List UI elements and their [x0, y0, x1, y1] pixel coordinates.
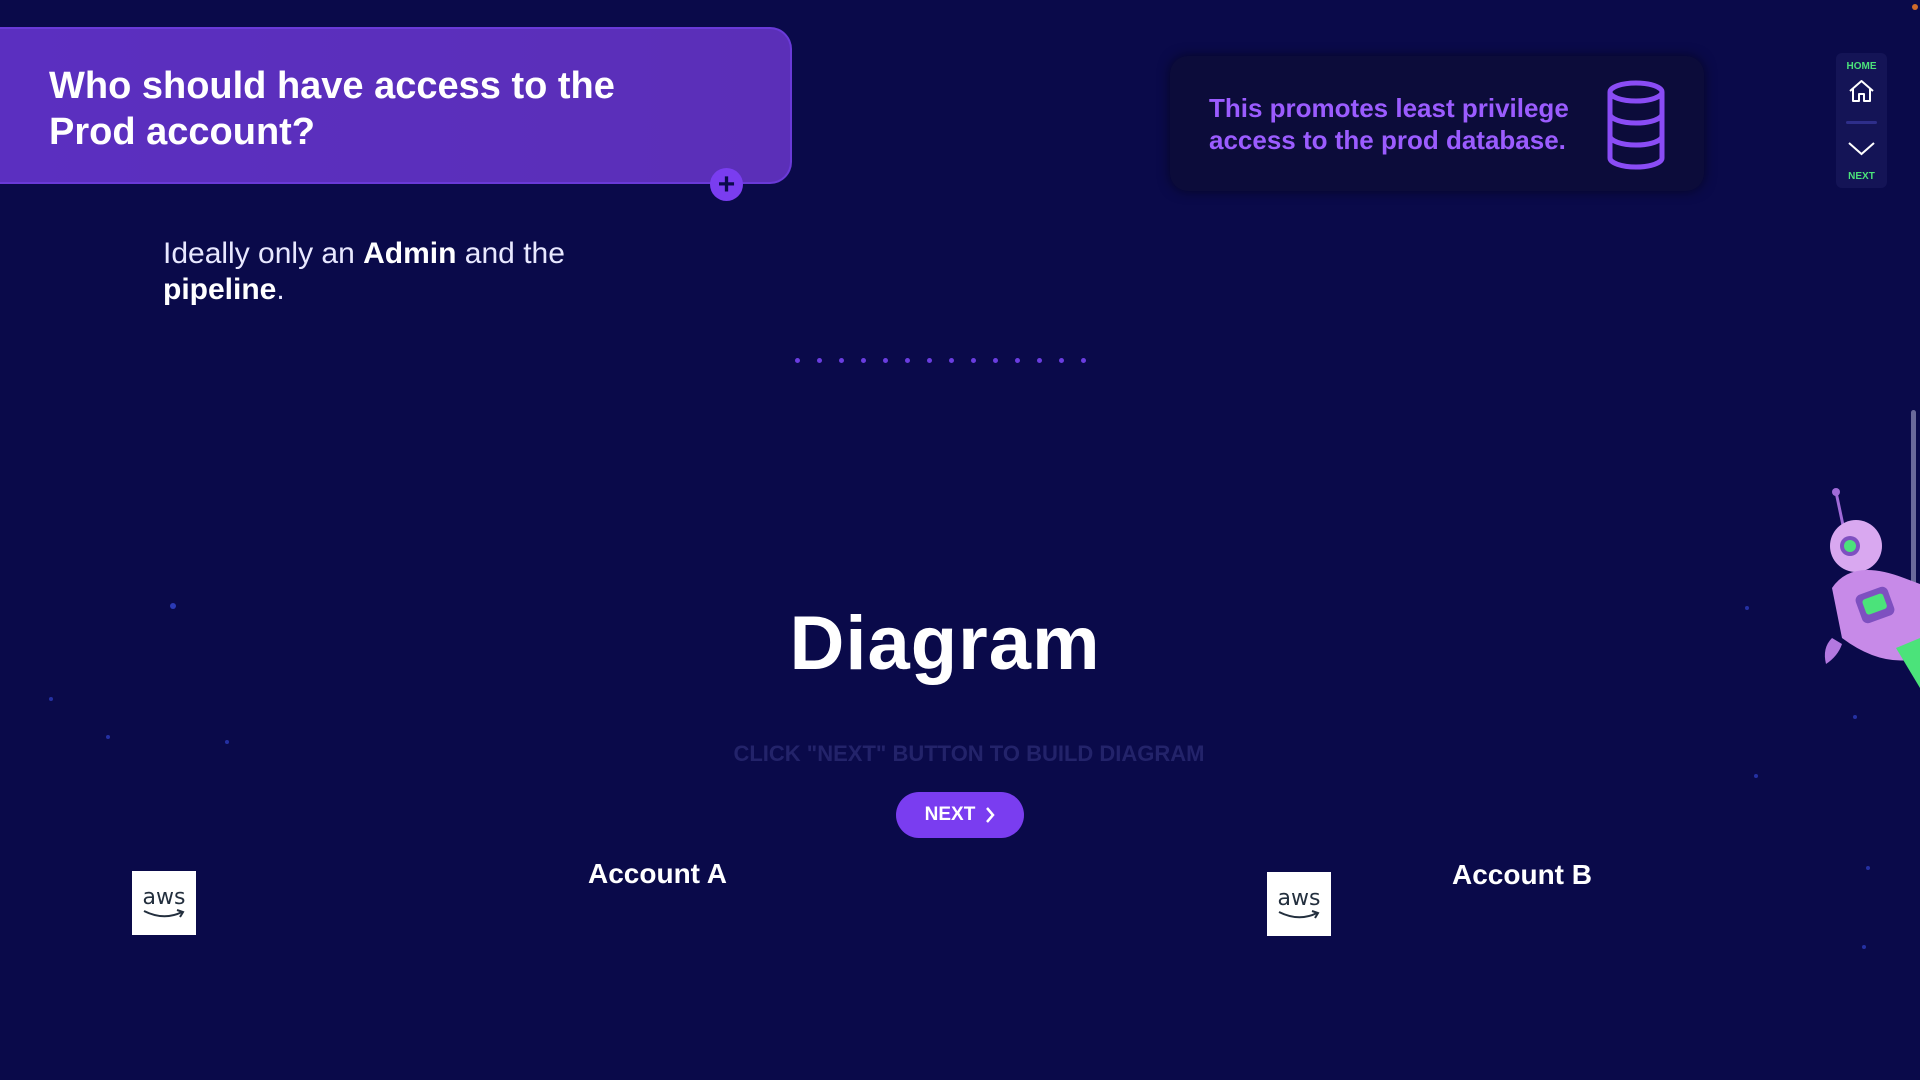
info-callout: This promotes least privilege access to …	[1170, 56, 1704, 191]
next-button-label: NEXT	[924, 804, 976, 825]
diagram-hint: CLICK "NEXT" BUTTON TO BUILD DIAGRAM	[733, 741, 1205, 766]
dotted-divider	[795, 358, 1086, 363]
answer-middle: and the	[456, 237, 565, 270]
account-b-label: Account B	[1452, 859, 1592, 890]
answer-prefix: Ideally only an	[163, 237, 364, 270]
database-icon	[1607, 80, 1665, 170]
side-nav: HOME NEXT	[1836, 53, 1887, 188]
account-a-label: Account A	[588, 858, 727, 889]
answer-suffix: .	[276, 273, 285, 306]
star-decoration	[1862, 945, 1866, 949]
home-icon[interactable]	[1848, 79, 1875, 103]
chevron-right-icon	[986, 807, 995, 823]
question-text: Who should have access to the Prod accou…	[49, 65, 615, 153]
nav-separator	[1846, 121, 1877, 124]
star-decoration	[49, 697, 53, 701]
aws-logo-account-b: aws	[1267, 872, 1331, 936]
chevron-down-icon[interactable]	[1847, 141, 1876, 157]
aws-smile-icon	[1278, 910, 1320, 919]
star-decoration	[1866, 866, 1870, 870]
answer-text: Ideally only an Admin and the pipeline.	[163, 236, 623, 308]
star-decoration	[106, 735, 110, 739]
aws-logo-account-a: aws	[132, 871, 196, 935]
next-button[interactable]: NEXT	[896, 792, 1024, 838]
nav-next-label[interactable]: NEXT	[1836, 171, 1887, 182]
aws-logo-text: aws	[142, 885, 186, 910]
nav-home-label[interactable]: HOME	[1836, 61, 1887, 72]
aws-logo-text: aws	[1277, 886, 1321, 911]
aws-smile-icon	[143, 909, 185, 918]
star-decoration	[1853, 715, 1857, 719]
star-decoration	[1754, 774, 1758, 778]
answer-bold-pipeline: pipeline	[163, 273, 277, 306]
plus-icon[interactable]: +	[710, 168, 743, 201]
callout-text: This promotes least privilege access to …	[1209, 93, 1569, 155]
section-title: Diagram	[789, 601, 1101, 686]
corner-dot	[1912, 4, 1918, 10]
question-card: Who should have access to the Prod accou…	[0, 27, 792, 184]
answer-bold-admin: Admin	[363, 237, 457, 270]
